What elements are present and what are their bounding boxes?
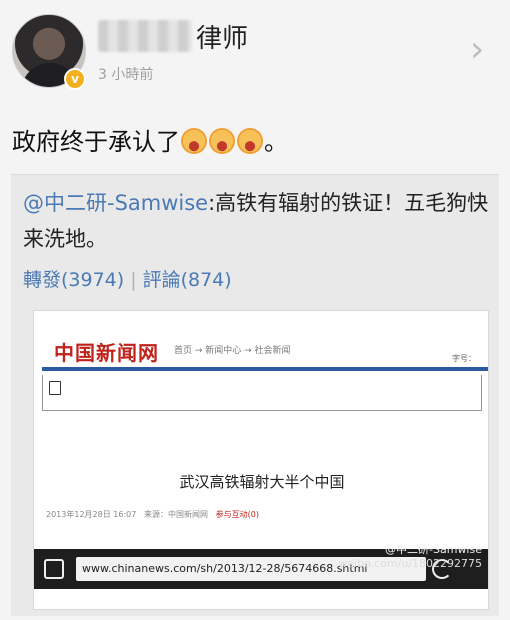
- font-size-label: 字号：: [452, 354, 476, 363]
- author-name-blurred[interactable]: [98, 20, 192, 52]
- post-text: 政府终于承认了 。: [12, 122, 288, 157]
- post-text-end: 。: [264, 128, 288, 156]
- post-timestamp: 3 小時前: [98, 67, 154, 83]
- site-logo: 中国新闻网: [54, 341, 159, 365]
- post-text-body: 政府终于承认了: [12, 128, 180, 156]
- reposts-link[interactable]: 轉發(3974): [23, 269, 124, 291]
- tabs-icon: [44, 559, 64, 579]
- embedded-screenshot-image[interactable]: 中国新闻网 首页 → 新闻中心 → 社会新闻 字号： 武汉高铁辐射大半个中国 2…: [33, 310, 489, 610]
- laugh-emoji-icon: [209, 128, 235, 154]
- laugh-emoji-icon: [237, 128, 263, 154]
- repost-text: @中二研-Samwise:高铁有辐射的铁证！五毛狗快来洗地。: [23, 185, 493, 257]
- screenshot-bottom: [34, 589, 488, 609]
- verified-badge-icon: v: [64, 68, 86, 90]
- document-icon: [49, 381, 61, 395]
- repost-box[interactable]: @中二研-Samwise:高铁有辐射的铁证！五毛狗快来洗地。 轉發(3974) |…: [11, 174, 499, 616]
- author-name-suffix[interactable]: 律师: [196, 18, 248, 55]
- chevron-right-icon[interactable]: ›: [470, 30, 498, 70]
- laugh-emoji-icon: [181, 128, 207, 154]
- counts-separator: |: [130, 269, 137, 291]
- repost-counts: 轉發(3974) | 評論(874): [23, 265, 232, 292]
- article-date: 2013年12月28日 16:07: [46, 510, 137, 519]
- watermark-site: weibo.com/u/1802292775: [338, 557, 482, 570]
- weibo-watermark: @中二研-Samwise weibo.com/u/1802292775: [338, 543, 482, 571]
- weibo-post-card: v 律师 3 小時前 › 政府终于承认了 。 @中二研-Samwise:高铁有辐射…: [0, 0, 510, 620]
- repost-author-link[interactable]: @中二研-Samwise: [23, 191, 208, 215]
- article-meta: 2013年12月28日 16:07 来源：中国新闻网 参与互动(0): [46, 509, 259, 520]
- article-headline: 武汉高铁辐射大半个中国: [179, 473, 345, 491]
- comments-link[interactable]: 評論(874): [143, 269, 232, 291]
- article-frame: [42, 375, 482, 411]
- article-source: 来源：中国新闻网: [143, 510, 208, 519]
- watermark-handle: @中二研-Samwise: [385, 543, 482, 556]
- site-breadcrumb: 首页 → 新闻中心 → 社会新闻: [174, 346, 291, 356]
- site-nav-bar: [42, 367, 488, 371]
- post-header[interactable]: v 律师 3 小時前 ›: [0, 0, 510, 104]
- participate-link: 参与互动(0): [215, 510, 259, 519]
